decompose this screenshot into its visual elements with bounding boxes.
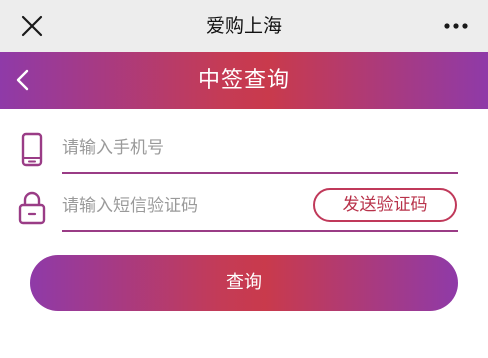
phone-icon: [16, 132, 48, 168]
more-horizontal-icon[interactable]: [442, 14, 470, 38]
phone-underline: [62, 172, 458, 174]
query-button[interactable]: 查询: [30, 255, 458, 311]
send-code-button[interactable]: 发送验证码: [313, 188, 457, 222]
phone-input[interactable]: [62, 130, 452, 166]
page-header: 中签查询: [0, 52, 488, 109]
lock-icon: [16, 190, 48, 226]
code-row: 发送验证码: [0, 182, 488, 234]
sms-code-input[interactable]: [62, 188, 302, 224]
page: 爱购上海 中签查询 请输入手机号 请输入短信验证码 发送验证码 查询: [0, 0, 488, 358]
code-underline: [62, 230, 458, 232]
phone-row: [0, 124, 488, 176]
page-title: 中签查询: [197, 68, 290, 93]
app-title: 爱购上海: [205, 15, 282, 37]
top-bar: 爱购上海: [0, 0, 488, 52]
